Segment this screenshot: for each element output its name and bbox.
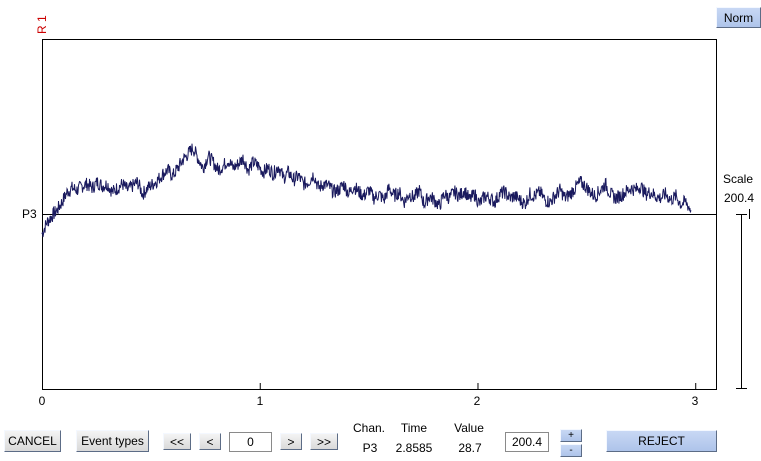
x-tick-label: 0 <box>38 394 46 408</box>
scale-down-button[interactable]: - <box>560 444 582 457</box>
chan-value: P3 <box>362 441 378 455</box>
value-header: Value <box>454 421 484 435</box>
event-types-button[interactable]: Event types <box>76 430 149 452</box>
next-page-button[interactable]: > <box>280 433 302 450</box>
x-tick-label: 1 <box>256 394 264 408</box>
signal-plot <box>41 39 750 390</box>
chan-header: Chan. <box>352 421 386 435</box>
first-page-button[interactable]: << <box>163 433 191 450</box>
reject-button[interactable]: REJECT <box>606 430 717 452</box>
x-tick-label: 2 <box>473 394 481 408</box>
scale-input[interactable] <box>505 432 549 452</box>
cancel-button[interactable]: CANCEL <box>4 430 61 452</box>
value-value: 28.7 <box>458 441 482 455</box>
time-header: Time <box>400 421 428 435</box>
page-input[interactable] <box>229 432 272 452</box>
scale-up-button[interactable]: + <box>560 429 582 442</box>
scale-label: Scale <box>723 172 754 186</box>
scale-value: 200.4 <box>724 191 755 205</box>
prev-page-button[interactable]: < <box>199 433 221 450</box>
channel-label: P3 <box>22 207 37 221</box>
last-page-button[interactable]: >> <box>310 433 338 450</box>
x-tick-label: 3 <box>691 394 699 408</box>
time-value: 2.8585 <box>395 441 433 455</box>
